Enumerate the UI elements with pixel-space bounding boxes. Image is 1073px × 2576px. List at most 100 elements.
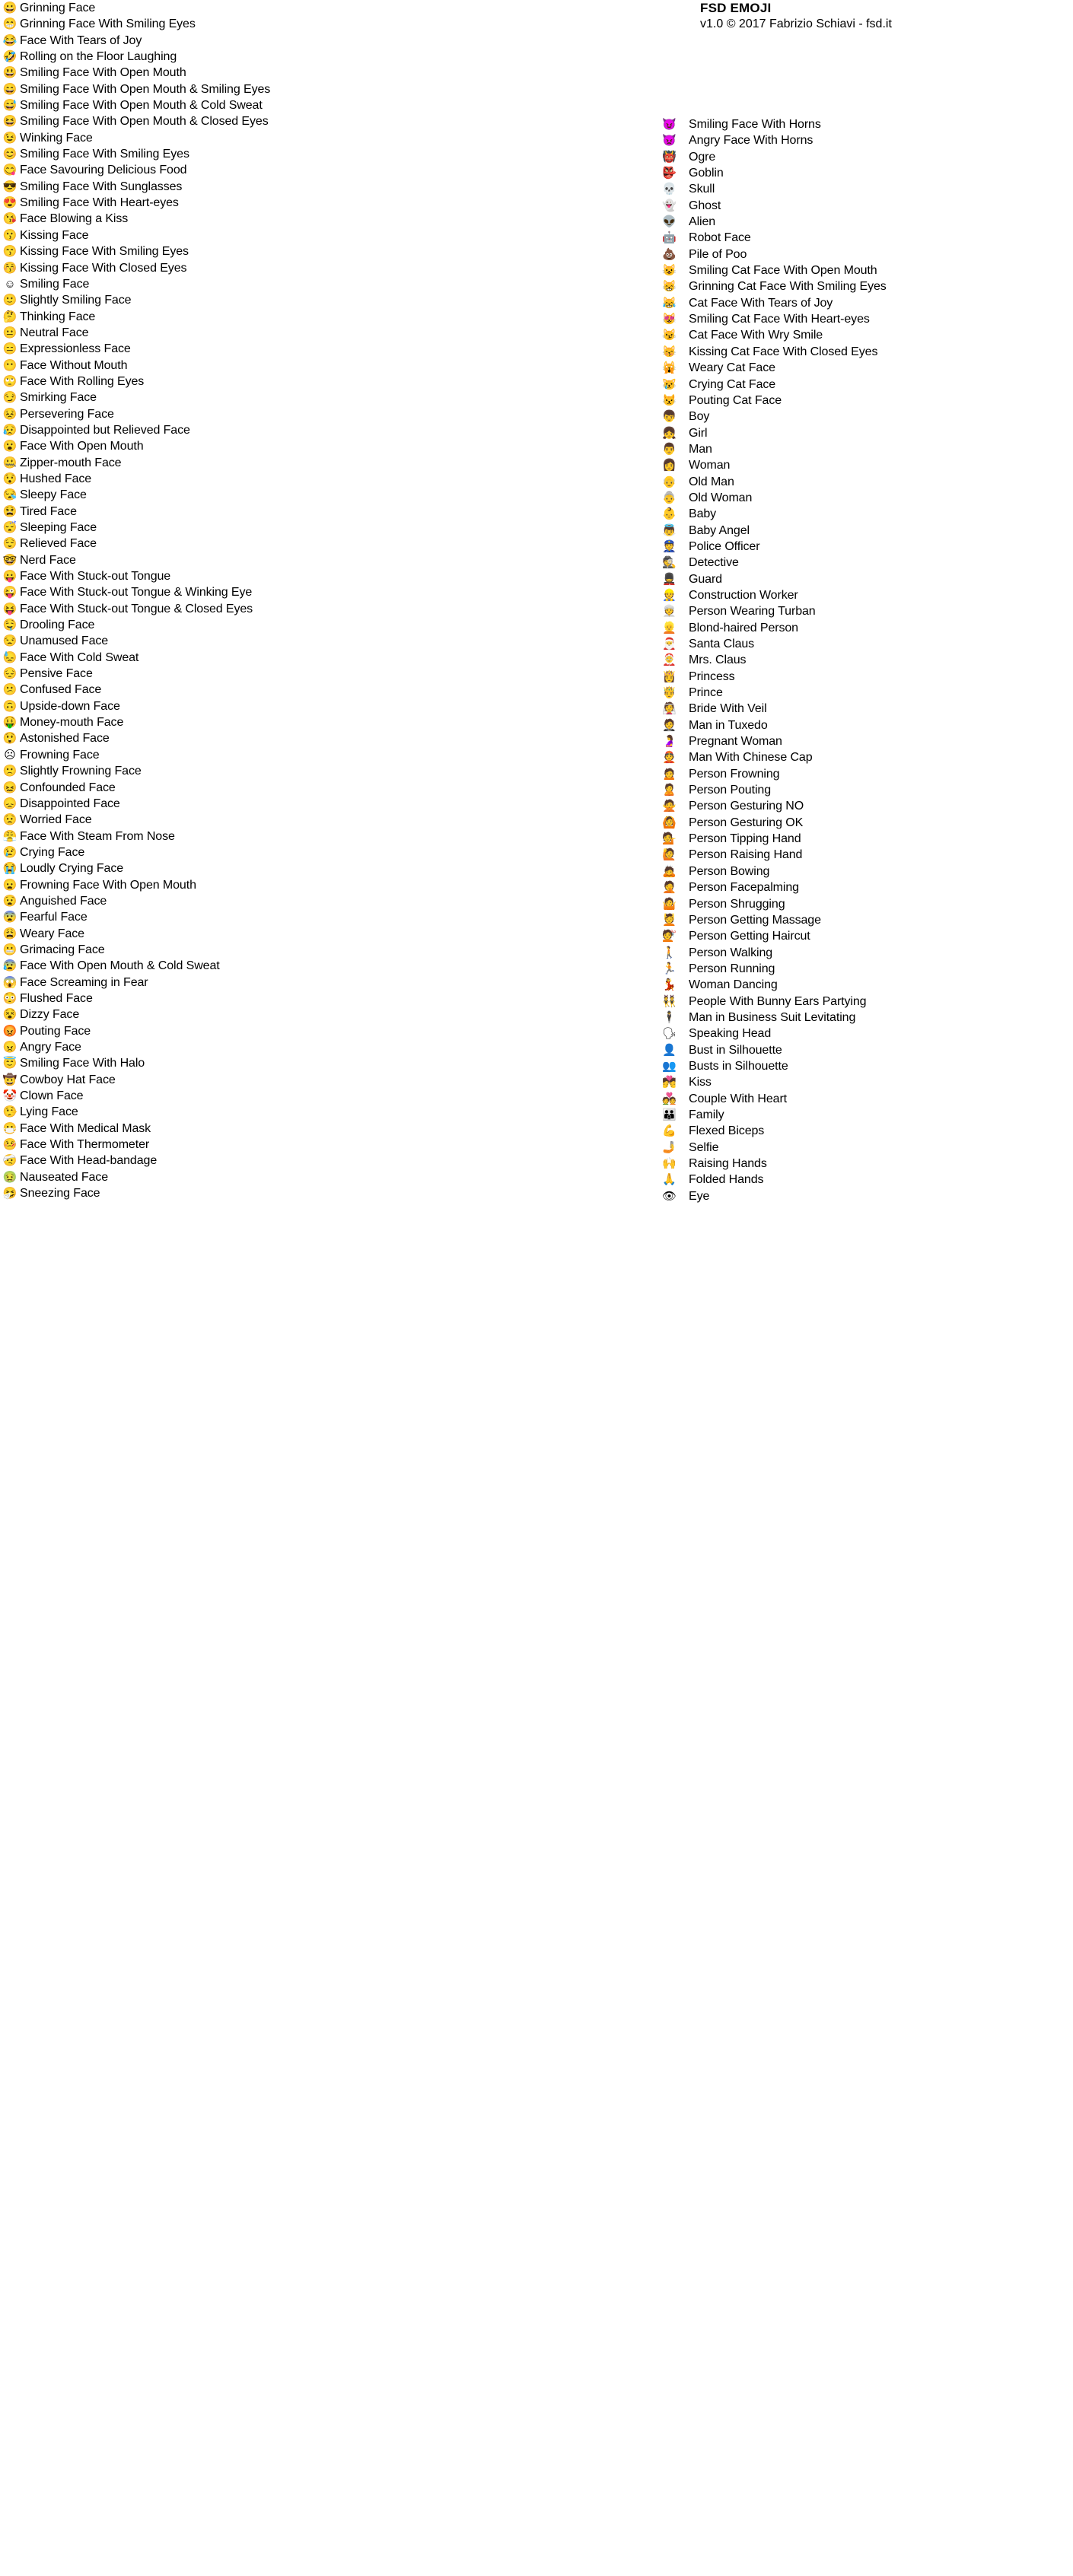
- emoji-row: 😽 Kissing Cat Face With Closed Eyes: [656, 344, 1073, 360]
- emoji-glyph-icon: 🎅: [662, 638, 677, 650]
- emoji-name-label: Slightly Frowning Face: [20, 765, 142, 778]
- emoji-glyph-icon: 😣: [2, 407, 18, 421]
- emoji-glyph-icon: 👻: [662, 199, 677, 212]
- emoji-name-label: Pouting Cat Face: [689, 393, 782, 407]
- emoji-glyph-icon: 👪: [662, 1108, 677, 1121]
- emoji-glyph-icon: ☺: [4, 277, 16, 291]
- emoji-row: 😞 Disappointed Face: [0, 796, 624, 812]
- emoji-glyph-icon: 😇: [2, 1057, 18, 1070]
- emoji-row: 😶 Face Without Mouth: [0, 358, 624, 374]
- emoji-glyph-icon: 👸: [662, 669, 677, 683]
- emoji-glyph-icon: 🙆: [662, 816, 677, 829]
- emoji-name-label: Grinning Cat Face With Smiling Eyes: [689, 280, 887, 294]
- emoji-name-label: Princess: [689, 669, 735, 683]
- emoji-glyph-icon: 😷: [2, 1121, 18, 1135]
- emoji-row: 🤤 Drooling Face: [0, 617, 624, 633]
- emoji-name-label: Zipper-mouth Face: [20, 456, 122, 469]
- emoji-glyph-icon: 😄: [2, 82, 18, 96]
- emoji-name-label: Face With Thermometer: [20, 1138, 150, 1152]
- emoji-row: 😂 Face With Tears of Joy: [0, 33, 624, 49]
- emoji-name-label: Person Tipping Hand: [689, 832, 801, 846]
- emoji-name-label: Thinking Face: [20, 310, 96, 323]
- emoji-row: 😰 Face With Open Mouth & Cold Sweat: [0, 958, 624, 974]
- emoji-name-label: Face With Tears of Joy: [20, 33, 142, 47]
- emoji-row: 👱 Blond-haired Person: [656, 620, 1073, 636]
- emoji-glyph-icon: 👿: [662, 134, 677, 148]
- emoji-row: 😖 Confounded Face: [0, 780, 624, 796]
- emoji-row: 🤰 Pregnant Woman: [656, 733, 1073, 749]
- emoji-name-label: Dizzy Face: [20, 1008, 80, 1022]
- emoji-row: 👯 People With Bunny Ears Partying: [656, 994, 1073, 1010]
- emoji-name-label: Face Screaming in Fear: [20, 975, 148, 989]
- emoji-row: 🙏 Folded Hands: [656, 1172, 1073, 1188]
- emoji-name-label: Smiling Face With Smiling Eyes: [20, 148, 189, 161]
- emoji-glyph-icon: 😻: [662, 313, 677, 326]
- emoji-glyph-icon: 😋: [2, 164, 18, 177]
- emoji-row: 🤕 Face With Head-bandage: [0, 1153, 624, 1169]
- emoji-row: 🙅 Person Gesturing NO: [656, 798, 1073, 814]
- emoji-glyph-icon: 💆: [662, 913, 677, 927]
- emoji-row: 👻 Ghost: [656, 198, 1073, 214]
- emoji-row: 🙄 Face With Rolling Eyes: [0, 374, 624, 390]
- emoji-glyph-icon: 😺: [662, 264, 677, 278]
- emoji-row: 💆 Person Getting Massage: [656, 912, 1073, 928]
- emoji-row: 😸 Grinning Cat Face With Smiling Eyes: [656, 278, 1073, 294]
- emoji-name-label: Baby Angel: [689, 523, 750, 537]
- emoji-glyph-icon: 💀: [662, 183, 677, 196]
- emoji-glyph-icon: 😒: [2, 634, 18, 648]
- emoji-glyph-icon: 💩: [662, 247, 677, 261]
- emoji-name-label: Sleeping Face: [20, 521, 97, 534]
- emoji-row: 🤐 Zipper-mouth Face: [0, 455, 624, 471]
- emoji-row: 😒 Unamused Face: [0, 633, 624, 649]
- emoji-row: 😤 Face With Steam From Nose: [0, 828, 624, 844]
- emoji-glyph-icon: 👼: [662, 523, 677, 537]
- emoji-row: 🤔 Thinking Face: [0, 309, 624, 325]
- emoji-row: 💁 Person Tipping Hand: [656, 831, 1073, 847]
- emoji-glyph-icon: 👶: [662, 507, 677, 521]
- emoji-glyph-icon: 👮: [662, 539, 677, 553]
- emoji-glyph-icon: 😫: [2, 504, 18, 518]
- emoji-row: 😻 Smiling Cat Face With Heart-eyes: [656, 311, 1073, 327]
- emoji-glyph-icon: 🤣: [2, 50, 18, 64]
- emoji-name-label: Cat Face With Tears of Joy: [689, 296, 833, 310]
- emoji-row: 😑 Expressionless Face: [0, 341, 624, 357]
- emoji-row: 😚 Kissing Face With Closed Eyes: [0, 260, 624, 276]
- emoji-row: 🙃 Upside-down Face: [0, 698, 624, 714]
- emoji-name-label: Pouting Face: [20, 1024, 91, 1038]
- emoji-row: 😐 Neutral Face: [0, 325, 624, 341]
- emoji-name-label: Grinning Face: [20, 2, 96, 14]
- emoji-name-label: Robot Face: [689, 231, 751, 245]
- emoji-row: 👦 Boy: [656, 409, 1073, 425]
- emoji-glyph-icon: 😧: [2, 894, 18, 908]
- emoji-glyph-icon: 👤: [662, 1043, 677, 1057]
- emoji-glyph-icon: 👱: [662, 621, 677, 634]
- emoji-glyph-icon: 🙂: [2, 294, 18, 307]
- emoji-row: 🙎 Person Pouting: [656, 782, 1073, 798]
- emoji-glyph-icon: 🙁: [2, 765, 18, 778]
- emoji-name-label: Family: [689, 1108, 724, 1121]
- emoji-name-label: Angry Face: [20, 1041, 81, 1054]
- emoji-name-label: Smiling Cat Face With Open Mouth: [689, 264, 877, 278]
- emoji-name-label: Smiling Face With Open Mouth & Smiling E…: [20, 82, 271, 96]
- emoji-row: 👵 Old Woman: [656, 490, 1073, 506]
- emoji-row: 🏃 Person Running: [656, 961, 1073, 977]
- emoji-name-label: Goblin: [689, 167, 724, 180]
- emoji-row: 💀 Skull: [656, 181, 1073, 197]
- emoji-glyph-icon: 😑: [2, 342, 18, 356]
- emoji-glyph-icon: 😸: [662, 280, 677, 294]
- emoji-row: 💃 Woman Dancing: [656, 977, 1073, 993]
- emoji-glyph-icon: 🕵: [662, 556, 677, 570]
- emoji-glyph-icon: ☹: [4, 748, 16, 762]
- emoji-glyph-icon: 😀: [2, 2, 18, 14]
- emoji-row: 😟 Worried Face: [0, 812, 624, 828]
- emoji-row: 👪 Family: [656, 1107, 1073, 1123]
- specimen-sheet: FSD EMOJI v1.0 © 2017 Fabrizio Schiavi -…: [0, 0, 1073, 2576]
- emoji-glyph-icon: 😕: [2, 683, 18, 697]
- emoji-glyph-icon: 👦: [662, 410, 677, 424]
- emoji-glyph-icon: 👰: [662, 702, 677, 716]
- emoji-glyph-icon: 💪: [662, 1124, 677, 1138]
- emoji-row: 😲 Astonished Face: [0, 730, 624, 746]
- emoji-name-label: Face With Medical Mask: [20, 1121, 151, 1135]
- emoji-name-label: Ogre: [689, 150, 716, 164]
- emoji-row: 😴 Sleeping Face: [0, 520, 624, 536]
